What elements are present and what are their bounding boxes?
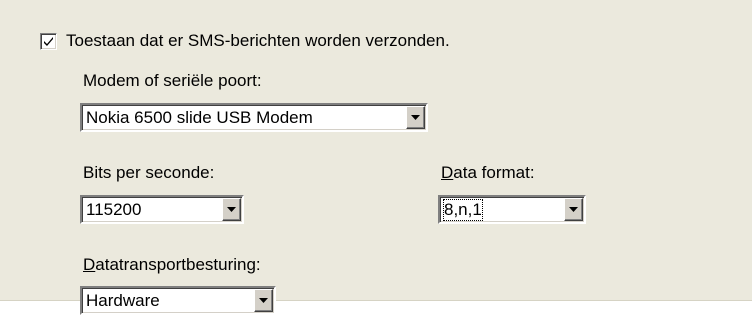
flow-label: Datatransportbesturing: xyxy=(83,255,261,275)
checkmark-icon xyxy=(44,37,53,46)
format-select-value: 8,n,1 xyxy=(443,199,483,221)
settings-panel: Toestaan dat er SMS-berichten worden ver… xyxy=(0,0,752,315)
bits-select-value: 115200 xyxy=(86,200,142,219)
bits-label: Bits per seconde: xyxy=(83,163,215,182)
format-dropdown-button[interactable] xyxy=(564,198,583,221)
flow-select-value: Hardware xyxy=(86,291,160,310)
flow-label-accesskey: D xyxy=(83,255,96,274)
modem-dropdown-button[interactable] xyxy=(406,106,425,129)
bits-select[interactable]: 115200 xyxy=(80,195,244,224)
flow-select[interactable]: Hardware xyxy=(80,286,276,315)
flow-label-rest: atatransportbesturing: xyxy=(95,255,261,274)
format-label-accesskey: D xyxy=(441,163,454,182)
allow-sms-label[interactable]: Toestaan dat er SMS-berichten worden ver… xyxy=(66,31,450,51)
bits-dropdown-button[interactable] xyxy=(222,198,241,221)
modem-select-value: Nokia 6500 slide USB Modem xyxy=(86,108,313,127)
modem-label: Modem of seriële poort: xyxy=(83,71,262,90)
flow-dropdown-button[interactable] xyxy=(254,289,273,312)
format-label-rest: ata format: xyxy=(453,163,535,182)
dropdown-arrow-icon xyxy=(411,115,420,120)
dropdown-arrow-icon xyxy=(569,207,578,212)
format-select[interactable]: 8,n,1 xyxy=(438,195,586,224)
format-label: Data format: xyxy=(441,163,535,183)
dropdown-arrow-icon xyxy=(227,207,236,212)
modem-select[interactable]: Nokia 6500 slide USB Modem xyxy=(80,103,428,132)
dropdown-arrow-icon xyxy=(259,298,268,303)
allow-sms-checkbox[interactable] xyxy=(40,33,57,50)
